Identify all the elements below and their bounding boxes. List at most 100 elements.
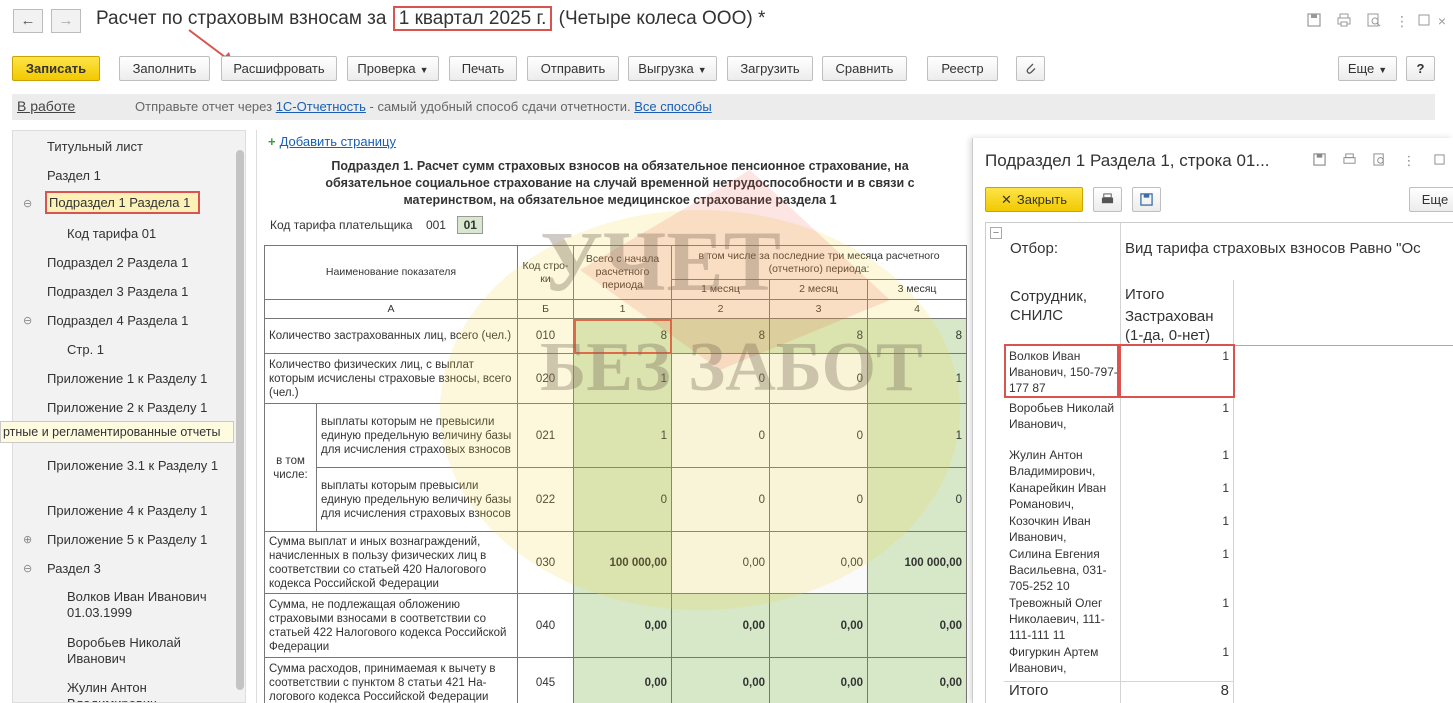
tree-item[interactable]: Подраздел 3 Раздела 1 xyxy=(47,284,188,299)
cell-value[interactable]: 1 xyxy=(573,353,673,404)
collapse-icon[interactable]: − xyxy=(990,227,1002,239)
check-button[interactable]: Проверка ▼ xyxy=(347,56,439,81)
cell-value[interactable]: 8 xyxy=(671,318,771,354)
cell-value[interactable]: 0 xyxy=(671,353,771,404)
cell-value[interactable]: 0 xyxy=(769,403,869,468)
cell-value[interactable]: 0 xyxy=(671,403,771,468)
preview-icon[interactable] xyxy=(1366,13,1382,29)
cell-value[interactable]: 0,00 xyxy=(671,657,771,703)
collapse-icon[interactable]: ⊖ xyxy=(23,197,32,210)
more-button[interactable]: Еще ▼ xyxy=(1338,56,1397,81)
tree-item[interactable]: Приложение 3.1 к Разделу 1 xyxy=(47,458,227,474)
cell-value[interactable]: 8 xyxy=(769,318,869,354)
restore-icon[interactable] xyxy=(1416,13,1432,29)
tree-item[interactable]: Стр. 1 xyxy=(67,342,104,357)
employee-name[interactable]: Воробьев Николай Иванович, xyxy=(1009,400,1119,432)
employee-name[interactable]: Фигуркин Артем Иванович, xyxy=(1009,644,1119,676)
reporting-link[interactable]: 1С-Отчетность xyxy=(276,99,366,114)
cell-value[interactable]: 0,00 xyxy=(671,531,771,594)
employee-value[interactable]: 1 xyxy=(1125,447,1229,463)
cell-value[interactable]: 0,00 xyxy=(573,657,673,703)
all-methods-link[interactable]: Все способы xyxy=(634,99,711,114)
tree-item[interactable]: Приложение 5 к Разделу 1 xyxy=(47,532,207,547)
cell-value[interactable]: 0,00 xyxy=(867,657,968,703)
cell-value[interactable]: 0 xyxy=(867,467,968,532)
restore-icon[interactable] xyxy=(1431,153,1447,169)
more-button[interactable]: Еще xyxy=(1409,187,1453,212)
cell-value[interactable]: 0 xyxy=(671,467,771,532)
tree-item[interactable]: Приложение 1 к Разделу 1 xyxy=(47,371,207,386)
registry-button[interactable]: Реестр xyxy=(927,56,998,81)
cell-value[interactable]: 100 000,00 xyxy=(573,531,673,594)
print-icon[interactable] xyxy=(1336,13,1352,29)
more-vertical-icon[interactable]: ⋮ xyxy=(1394,13,1410,29)
employee-name[interactable]: Тревожный Олег Николаевич, 111-111-111 1… xyxy=(1009,595,1119,643)
arrow-left-icon[interactable]: ← xyxy=(13,9,43,33)
fill-button[interactable]: Заполнить xyxy=(119,56,210,81)
decode-button[interactable]: Расшифровать xyxy=(221,56,337,81)
employee-value[interactable]: 1 xyxy=(1125,644,1229,660)
cell-value[interactable]: 1 xyxy=(867,353,968,404)
save-icon[interactable] xyxy=(1132,187,1161,212)
status-link[interactable]: В работе xyxy=(17,98,75,114)
expand-icon[interactable]: ⊕ xyxy=(23,533,32,546)
employee-value[interactable]: 1 xyxy=(1125,513,1229,529)
save-icon[interactable] xyxy=(1311,153,1327,169)
cell-value[interactable]: 1 xyxy=(573,403,673,468)
import-button[interactable]: Загрузить xyxy=(727,56,813,81)
tree-item[interactable]: Жулин Антон Владимирович xyxy=(67,680,227,702)
tree-item[interactable]: Волков Иван Иванович 01.03.1999 xyxy=(67,589,227,621)
tree-item[interactable]: Подраздел 2 Раздела 1 xyxy=(47,255,188,270)
collapse-icon[interactable]: ⊖ xyxy=(23,562,32,575)
send-button[interactable]: Отправить xyxy=(527,56,619,81)
close-icon[interactable]: × xyxy=(1434,13,1450,29)
save-button[interactable]: Записать xyxy=(12,56,100,81)
employee-name[interactable]: Козочкин Иван Иванович, xyxy=(1009,513,1119,545)
print-button[interactable]: Печать xyxy=(449,56,517,81)
tree-item[interactable]: Приложение 2 к Разделу 1 xyxy=(47,400,207,415)
tree-item[interactable]: Код тарифа 01 xyxy=(67,226,156,241)
help-button[interactable]: ? xyxy=(1406,56,1435,81)
employee-value[interactable]: 1 xyxy=(1125,400,1229,416)
cell-value[interactable]: 0,00 xyxy=(671,593,771,658)
tree-item[interactable]: Титульный лист xyxy=(47,139,143,154)
cell-value[interactable]: 0,00 xyxy=(573,593,673,658)
cell-value[interactable]: 1 xyxy=(867,403,968,468)
print-icon[interactable] xyxy=(1341,153,1357,169)
preview-icon[interactable] xyxy=(1371,153,1387,169)
cell-value[interactable]: 8 xyxy=(573,318,673,354)
paperclip-icon[interactable] xyxy=(1016,56,1045,81)
cell-value[interactable]: 8 xyxy=(867,318,968,354)
employee-name[interactable]: Силина Евгения Васильевна, 031-705-252 1… xyxy=(1009,546,1119,594)
cell-value[interactable]: 0 xyxy=(573,467,673,532)
tree-item[interactable]: Раздел 3 xyxy=(47,561,101,576)
add-page-link[interactable]: + Добавить страницу xyxy=(268,134,396,149)
export-button[interactable]: Выгрузка ▼ xyxy=(628,56,717,81)
cell-value[interactable]: 0 xyxy=(769,353,869,404)
tree-item[interactable]: Приложение 4 к Разделу 1 xyxy=(47,503,207,518)
tarif-value-field[interactable]: 01 xyxy=(457,216,484,234)
tree-item[interactable]: Подраздел 4 Раздела 1 xyxy=(47,313,188,328)
employee-value[interactable]: 1 xyxy=(1125,546,1229,562)
close-button[interactable]: ✕ Закрыть xyxy=(985,187,1083,212)
employee-name[interactable]: Канарейкин Иван Романович, xyxy=(1009,480,1119,512)
more-vertical-icon[interactable]: ⋮ xyxy=(1401,153,1417,169)
compare-button[interactable]: Сравнить xyxy=(822,56,907,81)
cell-value[interactable]: 0,00 xyxy=(769,657,869,703)
print-icon[interactable] xyxy=(1093,187,1122,212)
cell-value[interactable]: 0,00 xyxy=(867,593,968,658)
tree-item-selected[interactable]: Подраздел 1 Раздела 1 xyxy=(45,191,201,214)
tree-item[interactable]: Воробьев Николай Иванович xyxy=(67,635,227,667)
employee-value[interactable]: 1 xyxy=(1125,595,1229,611)
employee-name[interactable]: Жулин Антон Владимирович, xyxy=(1009,447,1119,479)
collapse-icon[interactable]: ⊖ xyxy=(23,314,32,327)
cell-value[interactable]: 0,00 xyxy=(769,593,869,658)
tree-item[interactable]: Раздел 1 xyxy=(47,168,101,183)
cell-value[interactable]: 0 xyxy=(769,467,869,532)
employee-value[interactable]: 1 xyxy=(1125,480,1229,496)
save-icon[interactable] xyxy=(1306,13,1322,29)
arrow-right-icon[interactable]: → xyxy=(51,9,81,33)
cell-value[interactable]: 100 000,00 xyxy=(867,531,968,594)
cell-value[interactable]: 0,00 xyxy=(769,531,869,594)
tree-scrollbar[interactable] xyxy=(236,150,244,690)
